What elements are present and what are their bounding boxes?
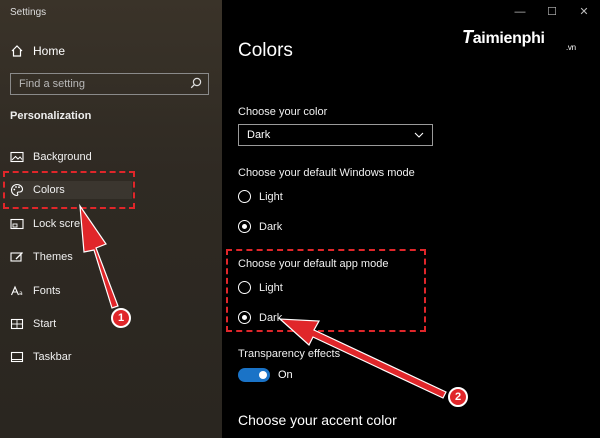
windows-mode-label: Choose your default Windows mode: [238, 167, 415, 179]
radio-button-selected[interactable]: [238, 311, 251, 324]
transparency-label: Transparency effects: [238, 348, 341, 360]
step-badge-1: 1: [111, 308, 131, 328]
app-mode-dark-option[interactable]: Dark: [238, 311, 282, 324]
colors-panel: — ☐ ✕ Colors Taimienphi .vn Choose your …: [222, 0, 600, 438]
option-label: Dark: [259, 220, 283, 233]
option-label: Light: [259, 281, 283, 294]
search-icon: [190, 77, 202, 92]
minimize-button[interactable]: —: [504, 4, 536, 20]
logo-initial: T: [462, 27, 473, 47]
window-title: Settings: [10, 7, 47, 18]
svg-text:a: a: [19, 290, 23, 297]
sidebar-item-label: Start: [33, 318, 57, 330]
watermark-logo: Taimienphi .vn: [462, 27, 576, 52]
windows-mode-light-option[interactable]: Light: [238, 190, 283, 203]
close-button[interactable]: ✕: [568, 4, 600, 20]
window-controls: — ☐ ✕: [504, 4, 600, 20]
highlight-box-colors: [3, 171, 135, 209]
radio-button[interactable]: [238, 190, 251, 203]
image-icon: [10, 150, 24, 164]
sidebar-item-label: Taskbar: [33, 351, 72, 363]
sidebar-item-start[interactable]: Start: [10, 315, 56, 333]
section-heading: Personalization: [10, 110, 92, 122]
sidebar-item-label: Lock scre: [33, 218, 81, 230]
page-title: Colors: [238, 40, 293, 61]
sidebar-item-label: Themes: [33, 251, 73, 263]
toggle-state: On: [278, 369, 293, 381]
option-label: Dark: [259, 311, 283, 324]
color-dropdown[interactable]: Dark: [238, 124, 433, 146]
sidebar-item-fonts[interactable]: a Fonts: [10, 282, 61, 300]
choose-color-label: Choose your color: [238, 106, 328, 118]
sidebar-item-label: Fonts: [33, 285, 61, 297]
sidebar-item-background[interactable]: Background: [10, 148, 92, 166]
home-nav-item[interactable]: Home: [10, 43, 65, 59]
fonts-icon: a: [10, 284, 24, 298]
chevron-down-icon: [414, 129, 424, 141]
sidebar-item-taskbar[interactable]: Taskbar: [10, 348, 72, 366]
sidebar-item-lock-screen[interactable]: Lock scre: [10, 215, 80, 233]
home-icon: [10, 44, 24, 58]
app-mode-light-option[interactable]: Light: [238, 281, 283, 294]
radio-button-selected[interactable]: [238, 220, 251, 233]
app-mode-label: Choose your default app mode: [238, 258, 389, 270]
search-input[interactable]: Find a setting: [10, 73, 209, 95]
start-icon: [10, 317, 24, 331]
search-placeholder: Find a setting: [19, 78, 86, 90]
themes-icon: [10, 250, 24, 264]
sidebar-item-label: Background: [33, 151, 92, 163]
transparency-toggle-row[interactable]: On: [238, 368, 293, 382]
windows-mode-dark-option[interactable]: Dark: [238, 220, 282, 233]
color-dropdown-value: Dark: [247, 129, 271, 141]
taskbar-icon: [10, 350, 24, 364]
lock-screen-icon: [10, 217, 24, 231]
sidebar-item-themes[interactable]: Themes: [10, 248, 73, 266]
option-label: Light: [259, 190, 283, 203]
transparency-toggle[interactable]: [238, 368, 270, 382]
accent-color-heading: Choose your accent color: [238, 412, 397, 428]
step-badge-2: 2: [448, 387, 468, 407]
logo-brand: aimienphi: [472, 30, 545, 47]
settings-sidebar: Settings Home Find a setting Personaliza…: [0, 0, 222, 438]
home-label: Home: [33, 44, 66, 58]
toggle-knob: [259, 371, 267, 379]
maximize-button[interactable]: ☐: [536, 4, 568, 20]
radio-button[interactable]: [238, 281, 251, 294]
logo-tld: .vn: [566, 43, 576, 52]
